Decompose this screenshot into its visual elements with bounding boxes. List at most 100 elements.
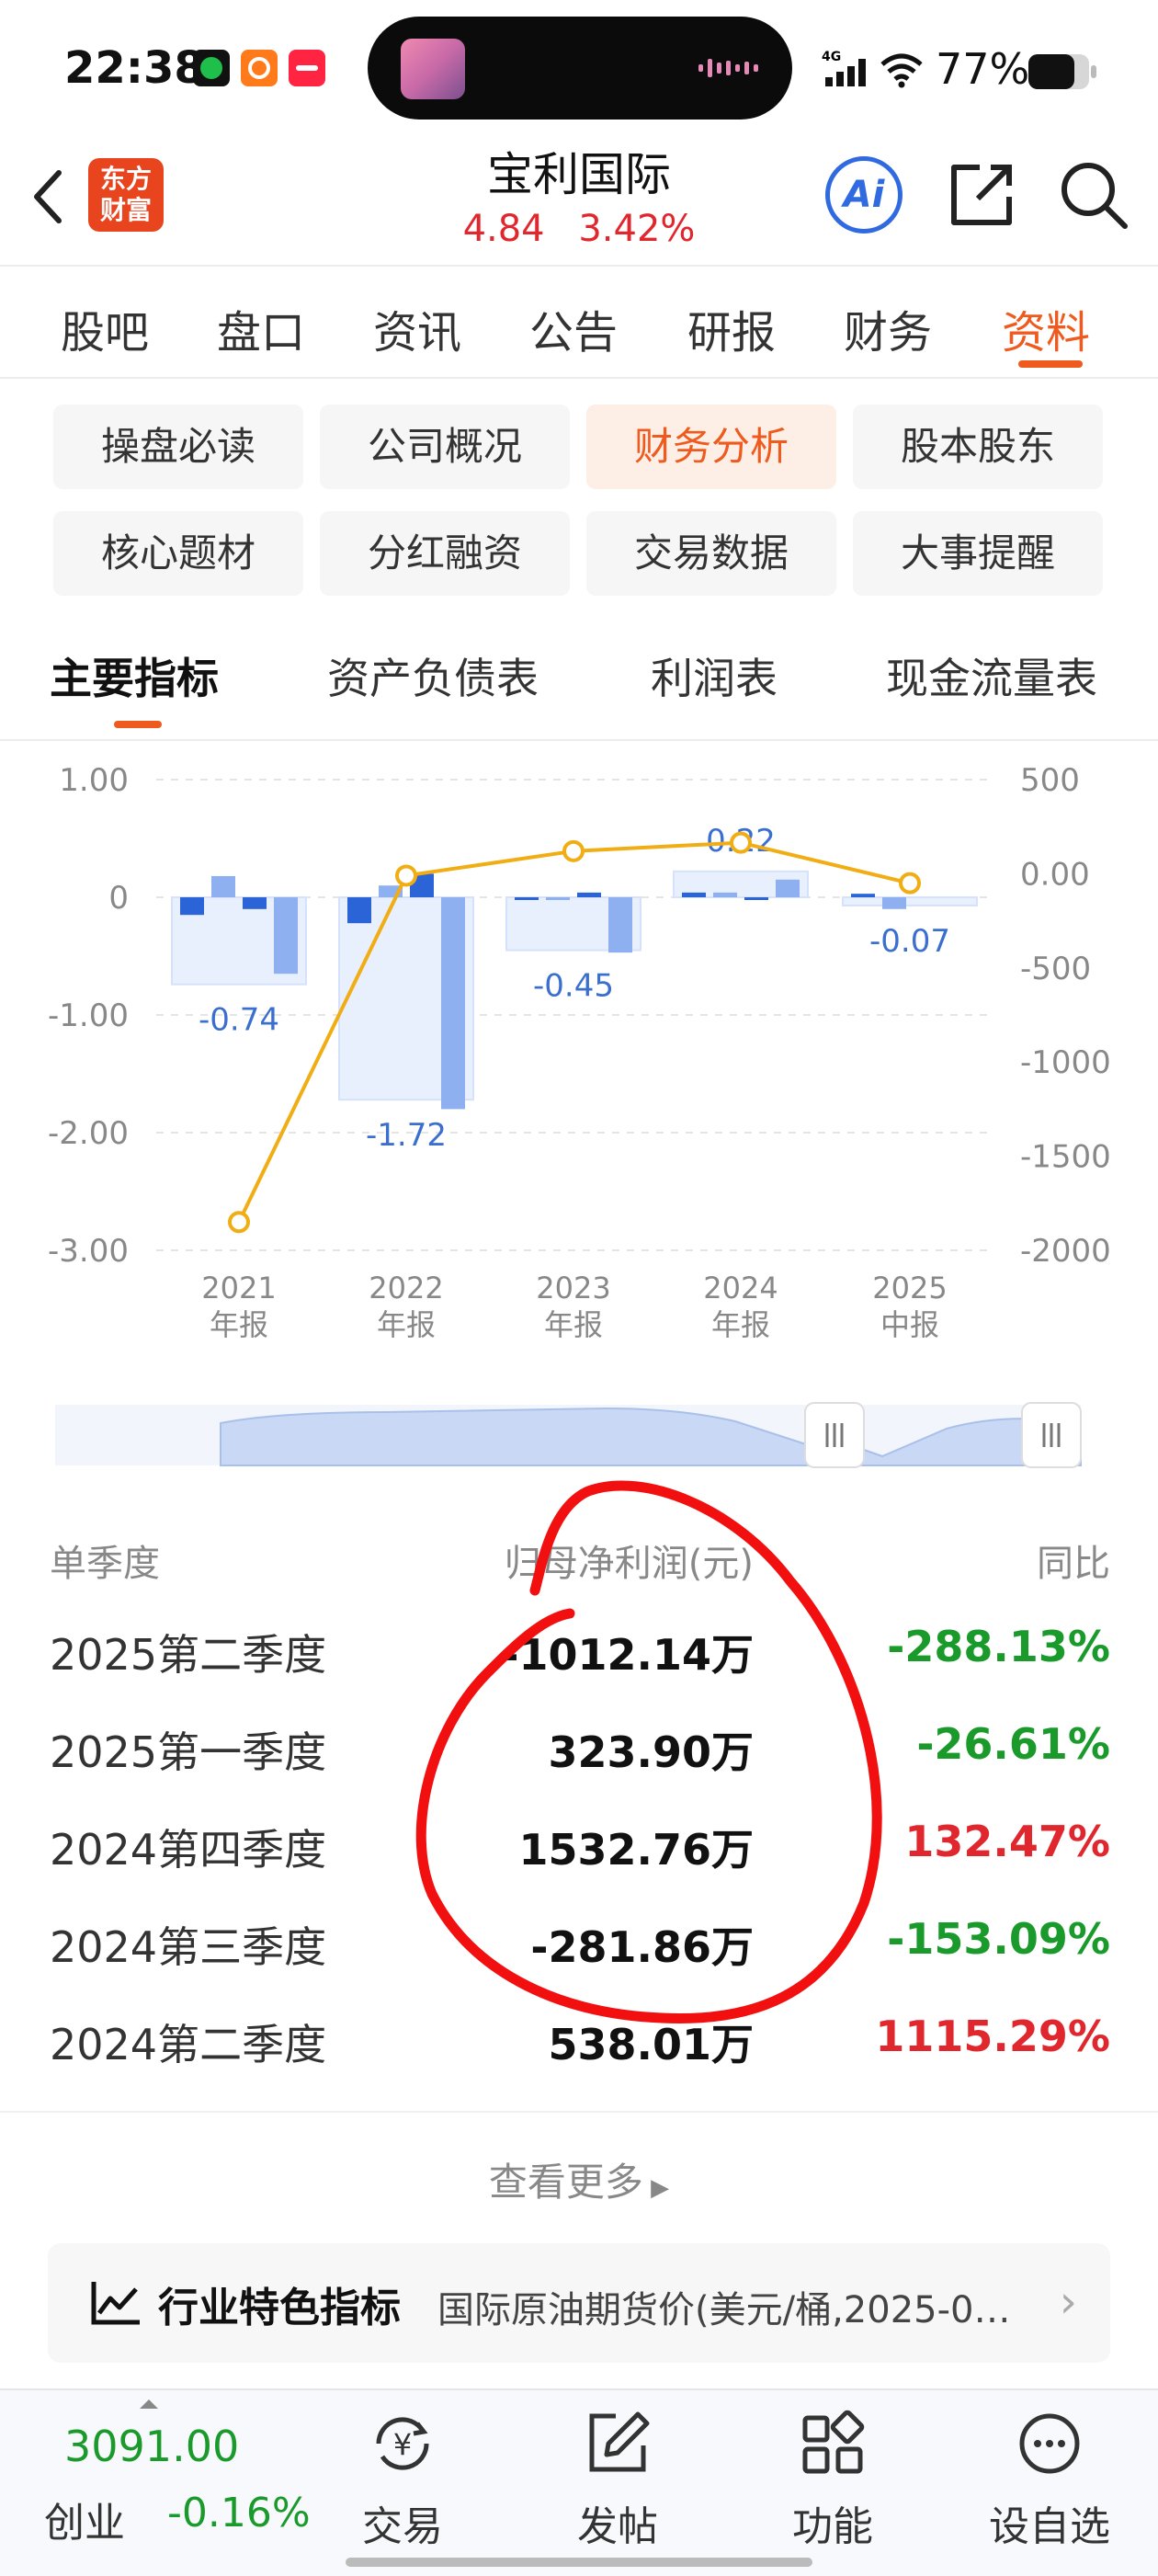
x-tick-year: 2023 <box>536 1271 610 1305</box>
x-tick-year: 2025 <box>872 1271 947 1305</box>
x-tick-year: 2024 <box>703 1271 778 1305</box>
x-tick-type: 年报 <box>544 1307 603 1342</box>
tag-trading-data[interactable]: 交易数据 <box>586 511 836 596</box>
xiaohongshu-icon <box>289 50 325 86</box>
divider <box>0 265 1158 267</box>
dynamic-island[interactable] <box>368 17 792 120</box>
search-icon[interactable] <box>1057 158 1130 232</box>
line-chart-icon <box>91 2282 140 2325</box>
quarter-eps-bar <box>441 897 465 1110</box>
y-left-tick: 0 <box>108 880 129 917</box>
quarter-eps-bar <box>347 897 371 924</box>
header-period: 单季度 <box>50 1543 160 1585</box>
tab-income-statement[interactable]: 利润表 <box>651 645 778 706</box>
tab-main-indicators[interactable]: 主要指标 <box>50 645 219 706</box>
row-yoy: 1115.29% <box>875 2012 1110 2061</box>
tag-shareholders[interactable]: 股本股东 <box>853 405 1103 489</box>
eps-data-label: -0.74 <box>199 1002 279 1039</box>
index-name[interactable]: 创业 <box>44 2490 125 2548</box>
svg-text:¥: ¥ <box>393 2427 412 2462</box>
caret-right-icon: ▶ <box>642 2174 670 2202</box>
annual-eps-bar <box>842 896 978 906</box>
divider <box>0 377 1158 379</box>
tab-news[interactable]: 资讯 <box>373 296 461 360</box>
tag-core-themes[interactable]: 核心题材 <box>53 511 303 596</box>
tab-profile[interactable]: 资料 <box>1002 296 1090 360</box>
tag-trading-must-read[interactable]: 操盘必读 <box>53 405 303 489</box>
index-change[interactable]: -0.16% <box>167 2490 311 2536</box>
y-right-tick: -500 <box>1020 951 1091 987</box>
nav-post[interactable]: 发帖 <box>544 2407 691 2552</box>
stock-price: 4.84 <box>462 208 545 250</box>
tab-finance[interactable]: 财务 <box>844 296 932 360</box>
x-tick-type: 年报 <box>711 1307 770 1342</box>
x-tick-type: 年报 <box>377 1307 436 1342</box>
eps-data-label: -0.45 <box>533 968 614 1005</box>
row-period: 2025第二季度 <box>50 1630 327 1680</box>
line-point <box>395 864 417 887</box>
nav-add-watchlist-label: 设自选 <box>989 2503 1110 2550</box>
nav-functions[interactable]: 功能 <box>759 2407 906 2552</box>
tab-research[interactable]: 研报 <box>687 296 776 360</box>
x-tick-year: 2021 <box>201 1271 276 1305</box>
battery-text: 77% <box>936 44 1030 94</box>
industry-title: 行业特色指标 <box>158 2285 401 2331</box>
ai-button[interactable]: Ai <box>825 156 903 234</box>
nav-functions-label: 功能 <box>792 2503 873 2550</box>
row-period: 2025第一季度 <box>50 1727 327 1777</box>
line-point <box>730 831 752 854</box>
tab-cash-flow[interactable]: 现金流量表 <box>886 645 1097 706</box>
quarter-eps-bar <box>851 894 875 897</box>
status-time: 22:38 <box>64 42 205 94</box>
line-point <box>228 1211 250 1234</box>
tab-pankou[interactable]: 盘口 <box>217 296 305 360</box>
wifi-icon <box>879 51 925 92</box>
y-left-tick: -3.00 <box>48 1233 129 1270</box>
quarter-eps-bar <box>608 897 632 953</box>
share-icon[interactable] <box>947 160 1016 230</box>
quarter-eps-bar <box>682 892 706 897</box>
quarter-eps-bar <box>776 879 800 897</box>
row-net-profit: -1012.14万 <box>501 1630 754 1680</box>
tab-announcements[interactable]: 公告 <box>529 296 618 360</box>
row-period: 2024第二季度 <box>50 2020 327 2069</box>
nav-trade[interactable]: ¥ 交易 <box>329 2407 476 2552</box>
divider <box>0 2111 1158 2113</box>
row-period: 2024第四季度 <box>50 1825 327 1875</box>
row-net-profit: 538.01万 <box>548 2020 754 2069</box>
line-point <box>562 839 585 862</box>
tab-balance-sheet[interactable]: 资产负债表 <box>327 645 539 706</box>
y-right-tick: -2000 <box>1020 1233 1111 1270</box>
tab-guba[interactable]: 股吧 <box>61 296 149 360</box>
y-right-tick: 500 <box>1020 762 1080 799</box>
tag-company-overview[interactable]: 公司概况 <box>320 405 570 489</box>
tag-event-reminders[interactable]: 大事提醒 <box>853 511 1103 596</box>
nav-add-watchlist[interactable]: 设自选 <box>976 2407 1123 2552</box>
row-yoy: -288.13% <box>887 1622 1110 1671</box>
row-net-profit: -281.86万 <box>530 1922 754 1972</box>
main-tabs: 股吧 盘口 资讯 公告 研报 财务 资料 <box>0 276 1158 377</box>
index-value[interactable]: 3091.00 <box>64 2422 239 2471</box>
y-right-tick: -1500 <box>1020 1139 1111 1176</box>
nav-post-label: 发帖 <box>577 2503 658 2550</box>
indicator-tab-underline <box>114 721 162 728</box>
tag-financial-analysis[interactable]: 财务分析 <box>586 405 836 489</box>
row-net-profit: 1532.76万 <box>518 1825 754 1875</box>
tag-dividend-financing[interactable]: 分红融资 <box>320 511 570 596</box>
line-point <box>899 872 921 895</box>
industry-indicator-card[interactable]: 行业特色指标 国际原油期货价(美元/桶,2025-0… › <box>48 2243 1110 2363</box>
app-green-icon <box>193 50 230 86</box>
quarter-eps-bar <box>577 892 601 897</box>
quarter-eps-bar <box>882 897 906 909</box>
quarter-eps-bar <box>515 897 539 900</box>
see-more-label: 查看更多 <box>488 2160 643 2205</box>
y-left-tick: -1.00 <box>48 997 129 1034</box>
y-right-tick: -1000 <box>1020 1044 1111 1081</box>
grid-icon <box>802 2410 865 2474</box>
see-more-link[interactable]: 查看更多 ▶ <box>0 2151 1158 2207</box>
row-period: 2024第三季度 <box>50 1922 327 1972</box>
eps-data-label: -1.72 <box>366 1117 447 1154</box>
eps-chart[interactable]: 1.00 0 -1.00 -2.00 -3.00 500 0.00 -500 -1000 -150… <box>0 741 1158 1476</box>
quarter-eps-bar <box>211 875 235 897</box>
x-tick-type: 年报 <box>210 1307 268 1342</box>
